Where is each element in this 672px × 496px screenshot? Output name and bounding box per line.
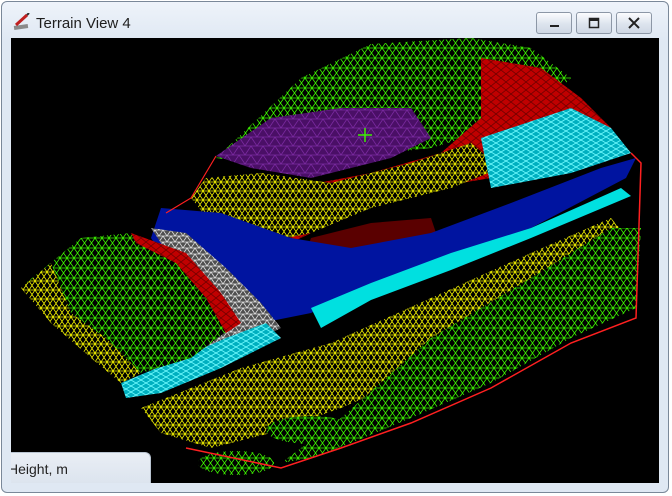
terrain-patch-green — [198, 451, 274, 475]
terrain-mesh[interactable] — [11, 38, 659, 483]
minimize-icon — [550, 25, 559, 27]
pencil-ruler-icon — [13, 13, 30, 30]
close-button[interactable] — [616, 12, 652, 34]
terrain-viewport[interactable]: Height, m — [11, 38, 659, 483]
terrain-patch-green — [266, 416, 356, 444]
title-bar[interactable]: Terrain View 4 — [2, 2, 668, 38]
minimize-button[interactable] — [536, 12, 572, 34]
window-title: Terrain View 4 — [36, 15, 131, 32]
height-legend-label: Height, m — [11, 461, 68, 477]
close-icon — [628, 17, 640, 29]
height-legend-tab[interactable]: Height, m — [11, 452, 151, 483]
maximize-icon — [588, 17, 600, 29]
maximize-button[interactable] — [576, 12, 612, 34]
terrain-view-window: Terrain View 4 Height, m — [1, 1, 669, 493]
